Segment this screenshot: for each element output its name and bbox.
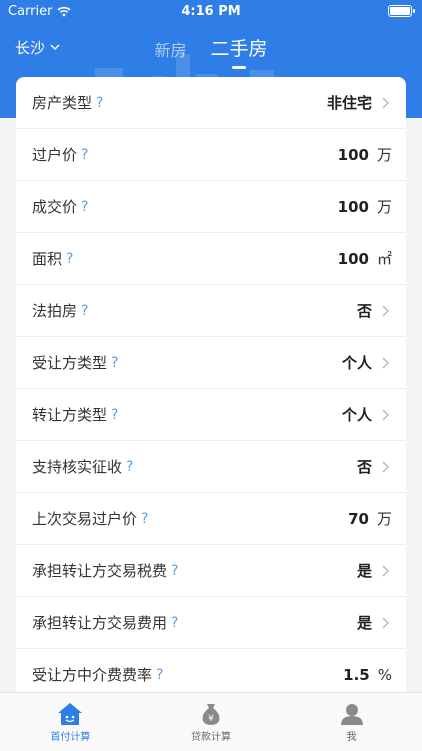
row-value: 是 [356, 614, 372, 632]
tab-label: 贷款计算 [191, 732, 231, 743]
row-label: 过户价 [32, 146, 78, 164]
row-unit: % [377, 665, 392, 684]
form-row[interactable]: 受让方中介费费率 ? 1.5 % [16, 649, 406, 697]
tab-label: 首付计算 [50, 732, 91, 743]
row-unit: ㎡ [376, 250, 392, 268]
row-label: 支持核实征收 [32, 458, 123, 476]
row-value: 100 [337, 197, 369, 216]
row-unit: 万 [376, 198, 392, 216]
form-row[interactable]: 支持核实征收 ? 否 [16, 441, 406, 493]
help-icon[interactable]: ? [111, 355, 118, 371]
battery-icon [388, 5, 415, 17]
status-bar: Carrier 4:16 PM [0, 0, 422, 22]
form-row[interactable]: 过户价 ? 100 万 [16, 129, 406, 181]
help-icon[interactable]: ? [156, 667, 163, 683]
row-value: 个人 [341, 406, 372, 424]
help-icon[interactable]: ? [126, 459, 133, 475]
row-value: 70 [348, 509, 369, 528]
form-row[interactable]: 承担转让方交易税费 ? 是 [16, 545, 406, 597]
help-icon[interactable]: ? [111, 407, 118, 423]
status-time: 4:16 PM [181, 4, 241, 19]
row-value: 否 [356, 302, 372, 320]
person-icon [340, 704, 363, 725]
form-row[interactable]: 法拍房 ? 否 [16, 285, 406, 337]
row-label: 承担转让方交易税费 [32, 562, 168, 580]
form-card: 房产类型 ? 非住宅 过户价 ? 100 万 成交价 ? 100 万 面积 ? … [16, 77, 406, 697]
help-icon[interactable]: ? [81, 303, 88, 319]
chevron-right-icon [378, 409, 392, 421]
form-row[interactable]: 面积 ? 100 ㎡ [16, 233, 406, 285]
row-label: 面积 [32, 250, 63, 268]
house-icon [58, 703, 83, 725]
row-unit: 万 [376, 146, 392, 164]
form-row[interactable]: 承担转让方交易费用 ? 是 [16, 597, 406, 649]
help-icon[interactable]: ? [81, 147, 88, 163]
help-icon[interactable]: ? [81, 199, 88, 215]
row-label: 法拍房 [32, 302, 78, 320]
form-row[interactable]: 成交价 ? 100 万 [16, 181, 406, 233]
row-label: 承担转让方交易费用 [32, 614, 168, 632]
chevron-right-icon [378, 617, 392, 629]
chevron-right-icon [378, 565, 392, 577]
row-label: 受让方类型 [32, 354, 108, 372]
row-unit: 万 [376, 510, 392, 528]
row-value: 非住宅 [326, 94, 372, 112]
row-label: 上次交易过户价 [32, 510, 138, 528]
form-row[interactable]: 房产类型 ? 非住宅 [16, 77, 406, 129]
tab-down-payment[interactable]: 首付计算 [0, 693, 141, 751]
row-value: 否 [356, 458, 372, 476]
row-label: 房产类型 [32, 94, 93, 112]
form-row[interactable]: 转让方类型 ? 个人 [16, 389, 406, 441]
help-icon[interactable]: ? [141, 511, 148, 527]
svg-text:¥: ¥ [208, 714, 214, 724]
tab-me[interactable]: 我 [281, 693, 422, 751]
form-row[interactable]: 上次交易过户价 ? 70 万 [16, 493, 406, 545]
form-row[interactable]: 受让方类型 ? 个人 [16, 337, 406, 389]
tab-new-house[interactable]: 新房 [154, 37, 186, 67]
help-icon[interactable]: ? [171, 563, 178, 579]
row-value: 100 [337, 145, 369, 164]
help-icon[interactable]: ? [96, 95, 103, 111]
tab-label: 我 [346, 732, 357, 743]
row-label: 成交价 [32, 198, 78, 216]
chevron-right-icon [378, 357, 392, 369]
tab-loan-calc[interactable]: ¥ 贷款计算 [141, 693, 282, 751]
tab-second-hand-house[interactable]: 二手房 [211, 34, 268, 69]
row-value: 100 [337, 249, 369, 268]
bottom-tab-bar: 首付计算 ¥ 贷款计算 我 [0, 692, 422, 751]
chevron-right-icon [378, 97, 392, 109]
row-value: 1.5 [343, 665, 370, 684]
row-value: 个人 [341, 354, 372, 372]
house-type-tabs: 新房 二手房 [0, 34, 422, 69]
row-value: 是 [356, 562, 372, 580]
row-label: 转让方类型 [32, 406, 108, 424]
help-icon[interactable]: ? [66, 251, 73, 267]
chevron-right-icon [378, 305, 392, 317]
chevron-right-icon [378, 461, 392, 473]
money-bag-icon: ¥ [202, 704, 220, 725]
row-label: 受让方中介费费率 [32, 666, 153, 684]
help-icon[interactable]: ? [171, 615, 178, 631]
